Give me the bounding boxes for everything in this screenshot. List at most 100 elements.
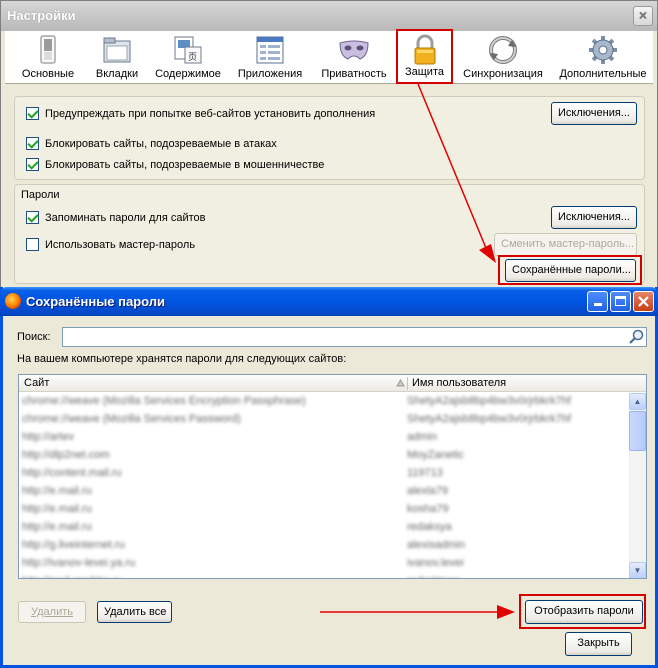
warn-addons-checkbox[interactable]: [26, 107, 39, 120]
tab-label: Вкладки: [95, 68, 139, 80]
tab-label: Защита: [405, 66, 444, 78]
sort-ascending-icon: [396, 379, 405, 387]
minimize-icon: [593, 303, 602, 306]
master-password-checkbox-row[interactable]: Использовать мастер-пароль: [26, 238, 195, 251]
applications-icon: [256, 36, 284, 64]
table-row[interactable]: http://e.mail.ru redaksya: [19, 519, 629, 537]
scroll-down-arrow[interactable]: ▼: [629, 562, 646, 578]
search-label: Поиск:: [17, 331, 51, 343]
firefox-icon: [5, 293, 21, 309]
table-row[interactable]: http://mail.rambler.ru redrektana: [19, 573, 629, 578]
lock-icon: [414, 34, 435, 65]
username-cell: redrektana: [407, 575, 627, 578]
settings-toolbar: Основные Вкладки 页 Содержимое Приложения…: [5, 29, 653, 84]
master-password-checkbox[interactable]: [26, 238, 39, 251]
master-password-label: Использовать мастер-пароль: [45, 238, 196, 251]
username-cell: alexisadmin: [407, 539, 466, 551]
security-group: Предупреждать при попытке веб-сайтов уст…: [14, 96, 645, 180]
site-cell: http://ivanov-levei.ya.ru: [22, 557, 136, 569]
tab-label: Приложения: [237, 68, 303, 80]
block-attack-checkbox[interactable]: [26, 137, 39, 150]
change-master-password-button[interactable]: Сменить мастер-пароль...: [494, 233, 637, 256]
highlight-box: [498, 255, 642, 285]
site-cell: http://e.mail.ru: [22, 521, 92, 533]
tab-label: Основные: [21, 68, 75, 80]
table-row[interactable]: http://e.mail.ru kosha79: [19, 501, 629, 519]
block-fraud-label: Блокировать сайты, подозреваемые в мошен…: [45, 158, 325, 171]
tab-label: Содержимое: [155, 68, 221, 80]
mask-icon: [339, 40, 369, 60]
tab-security[interactable]: Защита: [396, 29, 453, 84]
scroll-up-arrow[interactable]: ▲: [629, 393, 646, 410]
dialog-titlebar: Сохранённые пароли: [0, 287, 658, 316]
gear-icon: [589, 36, 617, 64]
remember-passwords-checkbox[interactable]: [26, 211, 39, 224]
table-row[interactable]: http://artev admin: [19, 429, 629, 447]
passwords-exceptions-button[interactable]: Исключения...: [551, 206, 637, 229]
search-input[interactable]: [65, 328, 625, 345]
search-icon[interactable]: [628, 329, 644, 345]
maximize-button[interactable]: [610, 291, 631, 312]
remember-passwords-label: Запоминать пароли для сайтов: [45, 211, 206, 224]
close-button[interactable]: Закрыть: [565, 632, 632, 656]
dialog-close-button[interactable]: [633, 291, 654, 312]
column-site[interactable]: Сайт: [24, 377, 49, 389]
table-row[interactable]: http://content.mail.ru 119713: [19, 465, 629, 483]
tab-applications[interactable]: Приложения: [234, 31, 306, 84]
highlight-box: [519, 594, 646, 629]
svg-text:页: 页: [188, 52, 197, 62]
username-cell: 119713: [407, 467, 443, 479]
table-row[interactable]: http://ivanov-levei.ya.ru ivanov.levei: [19, 555, 629, 573]
remember-passwords-checkbox-row[interactable]: Запоминать пароли для сайтов: [26, 211, 206, 224]
tab-sync[interactable]: Синхронизация: [460, 31, 546, 84]
username-cell: ivanov.levei: [407, 557, 464, 569]
content-icon: 页: [174, 36, 202, 64]
block-attack-label: Блокировать сайты, подозреваемые в атака…: [45, 137, 277, 150]
table-row[interactable]: http://e.mail.ru alexla79: [19, 483, 629, 501]
delete-button[interactable]: Удалить: [18, 601, 86, 623]
scroll-thumb[interactable]: [629, 411, 646, 451]
info-text: На вашем компьютере хранятся пароли для …: [17, 353, 347, 365]
passwords-table[interactable]: Сайт Имя пользователя chrome://weave (Mo…: [18, 374, 647, 579]
passwords-group-title: Пароли: [21, 189, 60, 201]
settings-titlebar: Настройки ×: [1, 1, 657, 31]
tab-general[interactable]: Основные: [19, 31, 77, 84]
folder-tabs-icon: [103, 37, 131, 63]
tab-advanced[interactable]: Дополнительные: [556, 31, 650, 84]
minimize-button[interactable]: [587, 291, 608, 312]
block-fraud-checkbox-row[interactable]: Блокировать сайты, подозреваемые в мошен…: [26, 158, 324, 171]
table-row[interactable]: http://dlp2net.com MoyZanetic: [19, 447, 629, 465]
table-row[interactable]: chrome://weave (Mozilla Services Passwor…: [19, 411, 629, 429]
site-cell: http://mail.rambler.ru: [22, 575, 402, 578]
vertical-scrollbar[interactable]: ▲ ▼: [629, 393, 646, 578]
maximize-icon: [615, 296, 626, 306]
saved-passwords-dialog: Сохранённые пароли Поиск: На вашем компь…: [0, 287, 658, 668]
table-row[interactable]: http://g.liveinternet.ru alexisadmin: [19, 537, 629, 555]
column-username[interactable]: Имя пользователя: [412, 377, 506, 389]
search-field[interactable]: [62, 327, 647, 347]
site-cell: http://e.mail.ru: [22, 485, 92, 497]
addons-exceptions-button[interactable]: Исключения...: [551, 102, 637, 125]
tab-content[interactable]: 页 Содержимое: [153, 31, 223, 84]
site-cell: http://content.mail.ru: [22, 467, 122, 479]
tab-tabs[interactable]: Вкладки: [89, 31, 145, 84]
tab-label: Синхронизация: [463, 68, 543, 80]
warn-addons-checkbox-row[interactable]: Предупреждать при попытке веб-сайтов уст…: [26, 107, 375, 120]
tab-privacy[interactable]: Приватность: [316, 31, 392, 84]
site-cell: http://e.mail.ru: [22, 503, 92, 515]
site-cell: http://dlp2net.com: [22, 449, 110, 461]
username-cell: kosha79: [407, 503, 449, 515]
table-row[interactable]: chrome://weave (Mozilla Services Encrypt…: [19, 393, 629, 411]
settings-title: Настройки: [7, 8, 76, 23]
column-separator[interactable]: [407, 377, 408, 390]
block-attack-checkbox-row[interactable]: Блокировать сайты, подозреваемые в атака…: [26, 137, 277, 150]
username-cell: alexla79: [407, 485, 448, 497]
username-cell: ShetyA2ajsb8bp4bw3v0rjrbkrk7hf: [407, 395, 571, 407]
table-body: chrome://weave (Mozilla Services Encrypt…: [19, 393, 629, 578]
site-cell: chrome://weave (Mozilla Services Passwor…: [22, 413, 241, 425]
username-cell: redaksya: [407, 521, 452, 533]
site-cell: http://artev: [22, 431, 74, 443]
settings-close-button[interactable]: ×: [633, 6, 653, 26]
delete-all-button[interactable]: Удалить все: [97, 601, 172, 623]
block-fraud-checkbox[interactable]: [26, 158, 39, 171]
